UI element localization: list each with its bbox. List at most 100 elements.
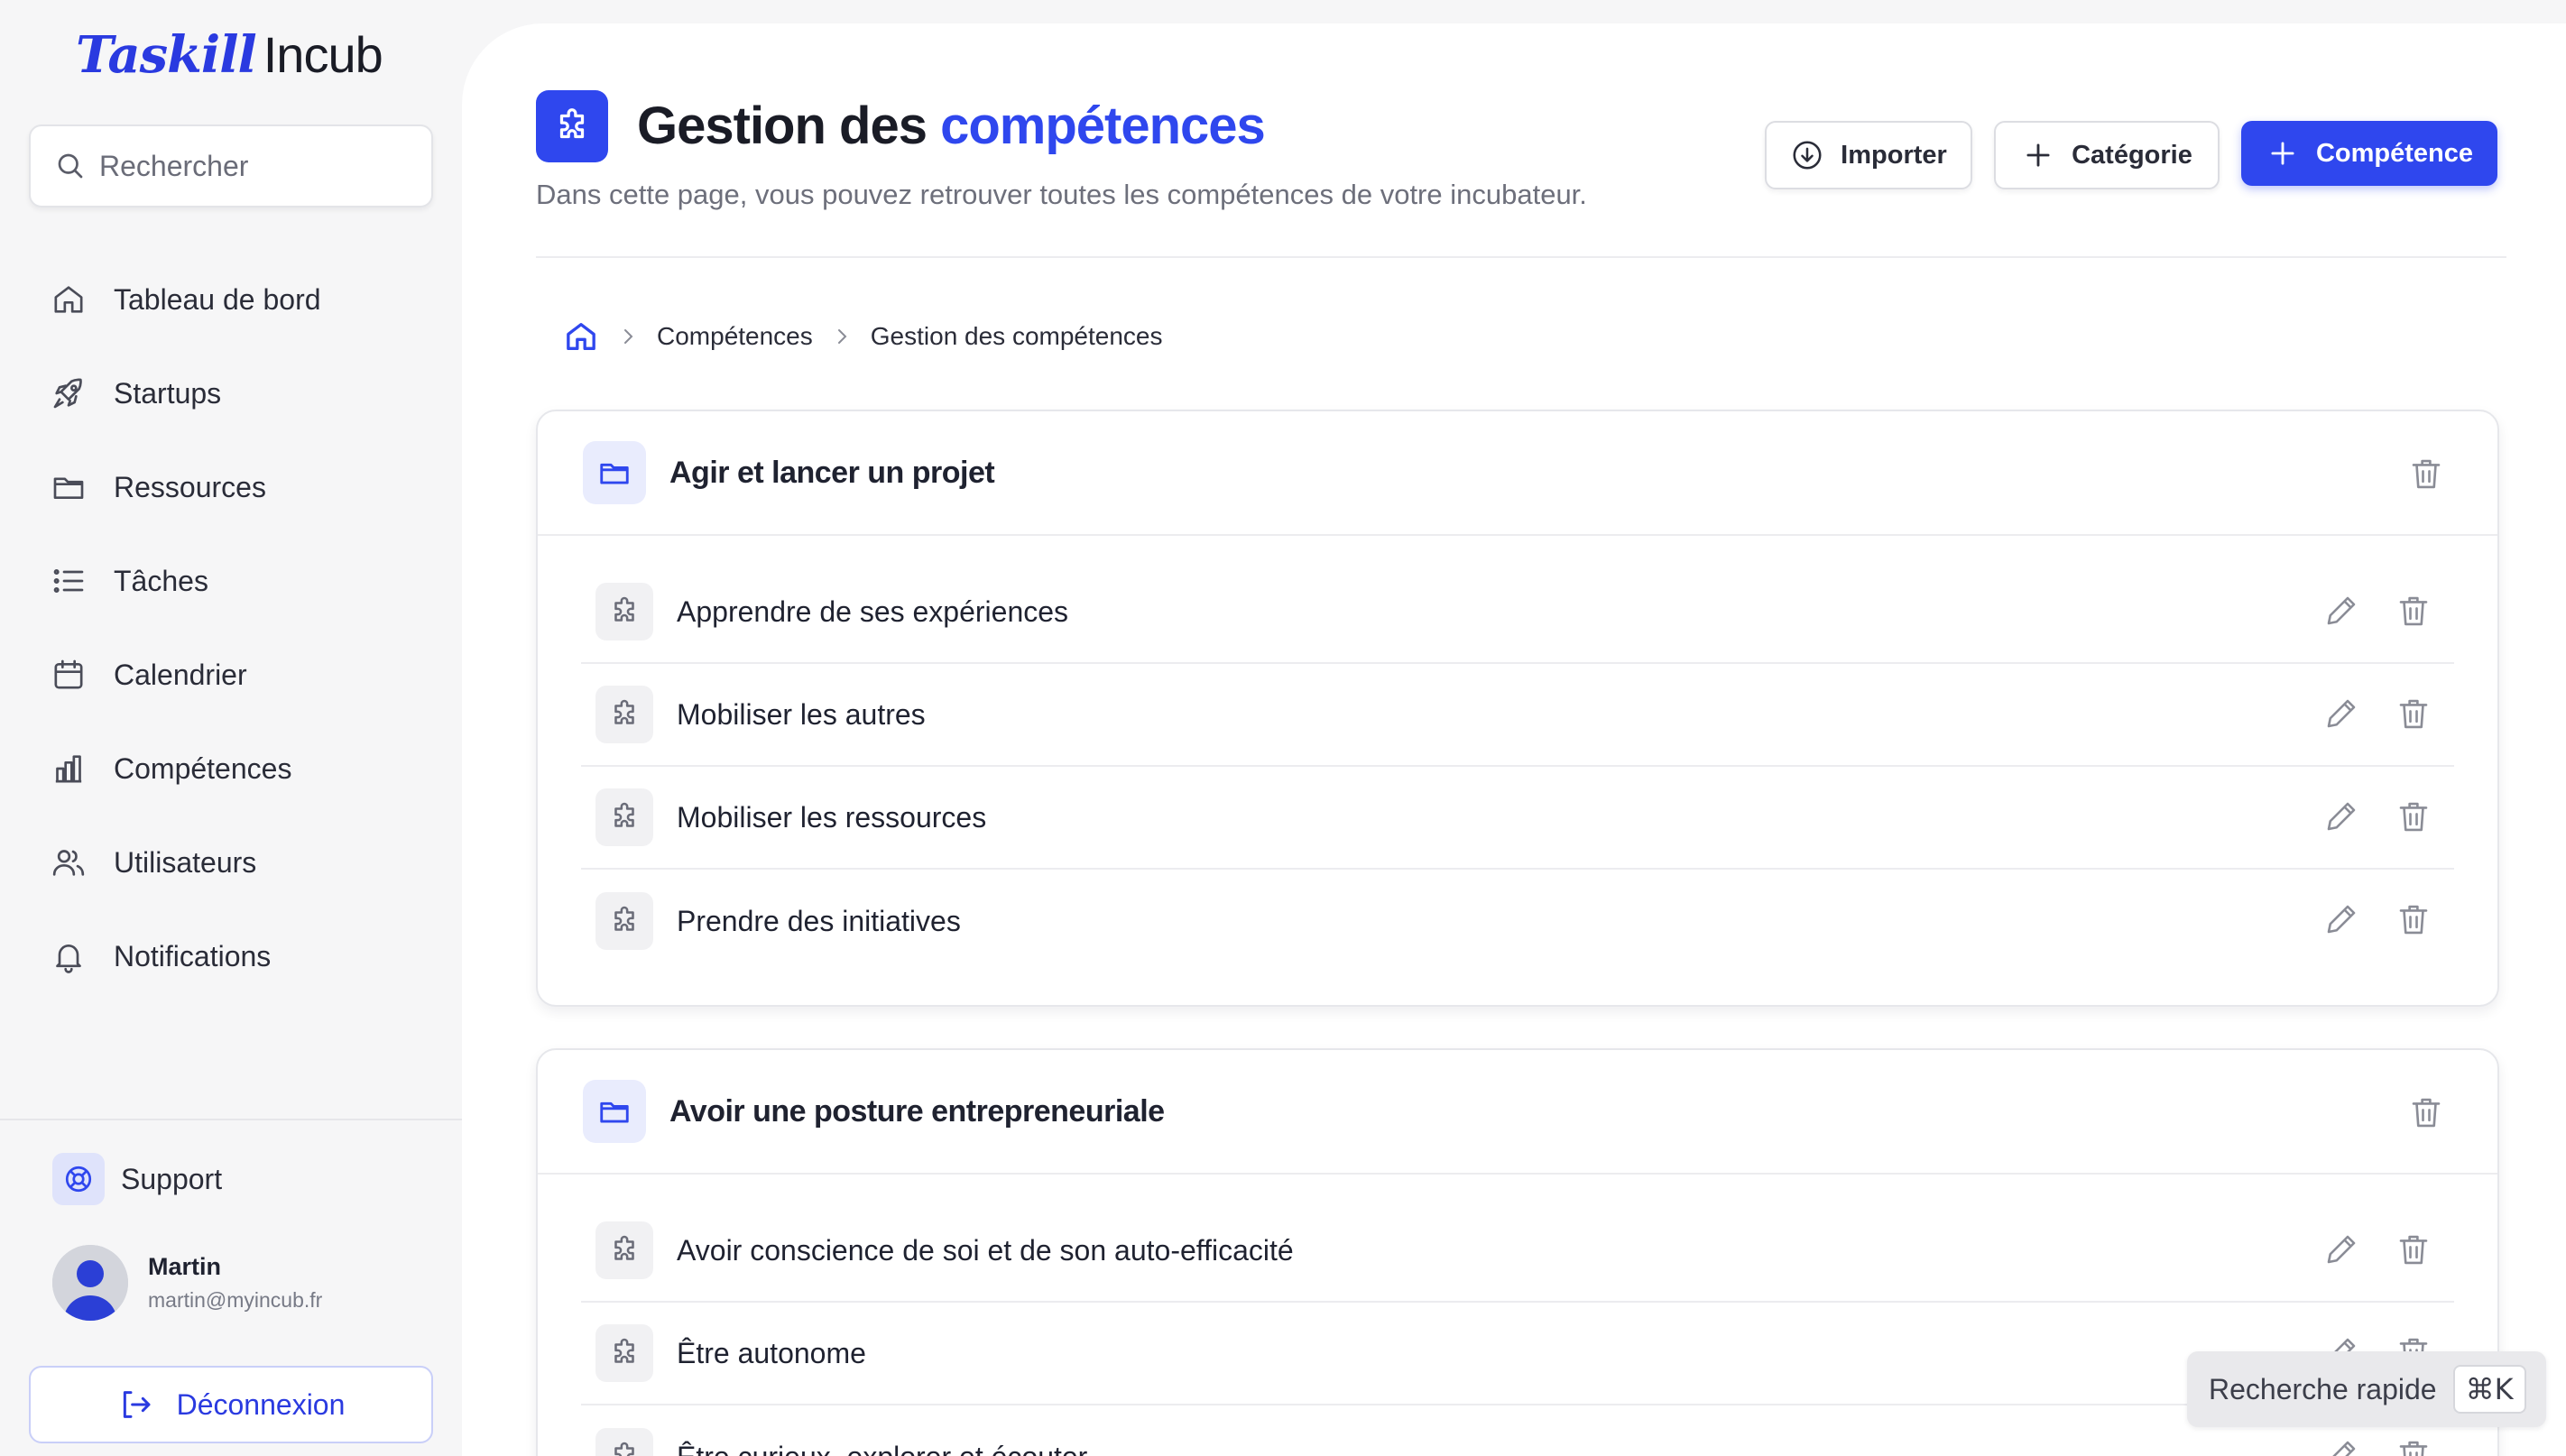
category-card: Agir et lancer un projet Apprendre de se…: [536, 410, 2499, 1007]
sidebar-item-label: Utilisateurs: [114, 845, 257, 879]
sidebar-item-tasks[interactable]: Tâches: [51, 534, 429, 628]
sidebar-item-label: Notifications: [114, 939, 272, 972]
add-category-button[interactable]: Catégorie: [1994, 121, 2220, 189]
search-icon: [58, 153, 83, 179]
calendar-icon: [54, 659, 83, 689]
home-icon: [54, 286, 83, 313]
sidebar-item-startups[interactable]: Startups: [51, 346, 429, 440]
breadcrumb-current: Gestion des compétences: [870, 322, 1163, 350]
skill-actions: [2322, 1230, 2432, 1268]
page-icon: [536, 90, 608, 162]
app-window: Taskill Incub Tableau de bord Startups R…: [0, 0, 2566, 1456]
user-profile[interactable]: Martin martin@myincub.fr: [52, 1245, 322, 1321]
pencil-icon[interactable]: [2322, 1230, 2360, 1268]
shortcut-badge: ⌘K: [2452, 1365, 2526, 1414]
page-title-prefix: Gestion des: [637, 97, 941, 155]
trash-icon[interactable]: [2407, 1093, 2445, 1131]
skill-icon-box: [595, 892, 653, 950]
skill-label: Mobiliser les autres: [677, 697, 926, 731]
breadcrumb-link-skills[interactable]: Compétences: [657, 322, 813, 351]
folder-icon: [600, 463, 629, 484]
sidebar-item-label: Calendrier: [114, 658, 247, 691]
trash-icon[interactable]: [2395, 797, 2432, 835]
import-button[interactable]: Importer: [1765, 121, 1972, 189]
sidebar-item-notifications[interactable]: Notifications: [51, 909, 429, 1003]
home-icon[interactable]: [563, 318, 599, 355]
skill-row: Être curieux, explorer et écouter: [581, 1405, 2454, 1456]
users-icon: [52, 850, 85, 876]
import-button-label: Importer: [1841, 140, 1947, 170]
bell-icon: [56, 945, 81, 973]
trash-icon[interactable]: [2395, 900, 2432, 938]
pencil-icon[interactable]: [2322, 695, 2360, 733]
skill-actions: [2322, 592, 2432, 630]
user-info: Martin martin@myincub.fr: [148, 1253, 322, 1313]
skill-row: Apprendre de ses expériences: [581, 561, 2454, 664]
add-skill-button[interactable]: Compétence: [2241, 121, 2497, 186]
page-title: Gestion des compétences: [637, 90, 1266, 162]
sidebar-item-users[interactable]: Utilisateurs: [51, 816, 429, 909]
chevron-right-icon: [624, 329, 633, 344]
avatar-picture: [52, 1245, 128, 1321]
skill-label: Mobiliser les ressources: [677, 800, 987, 834]
skill-row: Être autonome: [581, 1303, 2454, 1405]
skill-icon-box: [595, 1324, 653, 1382]
sidebar-item-resources[interactable]: Ressources: [51, 440, 429, 534]
rocket-icon: [53, 378, 82, 409]
support-label: Support: [121, 1162, 223, 1195]
skill-label: Être autonome: [677, 1336, 866, 1369]
breadcrumb: Compétences Gestion des compétences: [563, 314, 1163, 359]
category-title: Agir et lancer un projet: [669, 455, 995, 490]
skill-actions: [2322, 797, 2432, 835]
pencil-icon[interactable]: [2322, 592, 2360, 630]
lifebuoy-icon: [65, 1166, 92, 1193]
skill-actions: [2322, 900, 2432, 938]
logo-product: Incub: [263, 26, 383, 83]
trash-icon[interactable]: [2395, 1436, 2432, 1456]
pencil-icon[interactable]: [2322, 797, 2360, 835]
sidebar-item-calendar[interactable]: Calendrier: [51, 628, 429, 722]
quick-search-button[interactable]: Recherche rapide ⌘K: [2187, 1351, 2546, 1427]
sidebar-item-dashboard[interactable]: Tableau de bord: [51, 253, 429, 346]
sidebar-item-label: Compétences: [114, 751, 292, 785]
skill-icon-box: [595, 583, 653, 640]
pencil-icon[interactable]: [2322, 1436, 2360, 1456]
search-input[interactable]: [99, 149, 406, 183]
logout-button[interactable]: Déconnexion: [29, 1366, 433, 1443]
support-link[interactable]: Support: [52, 1153, 222, 1205]
skill-row: Mobiliser les autres: [581, 664, 2454, 767]
puzzle-icon: [559, 108, 585, 139]
puzzle-icon: [614, 1338, 634, 1363]
category-header: Avoir une posture entrepreneuriale: [538, 1050, 2497, 1175]
trash-icon[interactable]: [2395, 1230, 2432, 1268]
main-panel: Gestion des compétences Dans cette page,…: [462, 23, 2566, 1456]
skill-row: Avoir conscience de soi et de son auto-e…: [581, 1200, 2454, 1303]
sidebar: Taskill Incub Tableau de bord Startups R…: [0, 0, 462, 1456]
skill-row: Prendre des initiatives: [581, 870, 2454, 972]
trash-icon[interactable]: [2395, 695, 2432, 733]
skill-label: Avoir conscience de soi et de son auto-e…: [677, 1233, 1294, 1267]
skill-actions: [2322, 1436, 2432, 1456]
pencil-icon[interactable]: [2322, 900, 2360, 938]
skill-actions: [2322, 695, 2432, 733]
puzzle-icon: [614, 802, 634, 827]
bar-chart-icon: [55, 755, 82, 783]
chevron-right-icon: [837, 329, 847, 344]
trash-icon[interactable]: [2395, 592, 2432, 630]
support-icon-box: [52, 1153, 105, 1205]
avatar: [52, 1245, 128, 1321]
skill-label: Être curieux, explorer et écouter: [677, 1441, 1087, 1456]
logo[interactable]: Taskill Incub: [76, 25, 383, 88]
skill-list: Apprendre de ses expériences Mobiliser l…: [538, 536, 2497, 972]
header-divider: [536, 256, 2506, 258]
trash-icon[interactable]: [2407, 455, 2445, 493]
plus-icon: [2271, 142, 2294, 165]
skill-icon-box: [595, 1428, 653, 1456]
skill-label: Prendre des initiatives: [677, 904, 961, 937]
category-icon-box: [583, 441, 646, 504]
sidebar-item-label: Tâches: [114, 564, 208, 597]
search-box[interactable]: [29, 124, 433, 207]
puzzle-icon: [614, 1235, 634, 1260]
sidebar-item-skills[interactable]: Compétences: [51, 722, 429, 816]
skill-icon-box: [595, 1221, 653, 1279]
